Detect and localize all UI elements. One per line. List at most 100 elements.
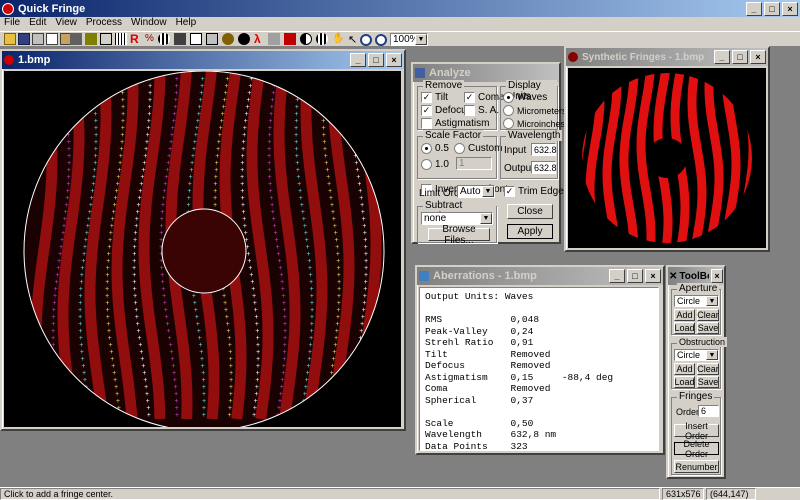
toolbox-close-button[interactable]: × (711, 269, 723, 283)
striped-circle-icon[interactable] (316, 33, 328, 45)
hand-icon[interactable]: ✋ (332, 33, 344, 45)
tilt-checkbox[interactable]: ✓ Tilt (421, 92, 448, 103)
aperture-load-button[interactable]: Load (674, 322, 695, 334)
svg-text:+: + (252, 412, 256, 420)
pointer-icon[interactable]: ↖ (348, 33, 360, 46)
copy-icon[interactable] (46, 33, 58, 45)
order-stepper[interactable]: 6 (698, 405, 719, 417)
apply-button[interactable]: Apply (507, 224, 553, 239)
astigmatism-checkbox[interactable]: Astigmatism (421, 118, 489, 129)
chevron-down-icon[interactable]: ▼ (706, 296, 718, 306)
minimize-button[interactable]: _ (746, 1, 762, 16)
aperture-select[interactable]: Circle ▼ (674, 295, 719, 307)
svg-text:+: + (86, 398, 90, 406)
close-analyze-button[interactable]: Close (507, 204, 553, 219)
obstruction-clear-button[interactable]: Clear (697, 363, 719, 375)
synthetic-maximize-button[interactable]: □ (732, 50, 748, 64)
fringe-icon-1[interactable] (158, 33, 170, 45)
synthetic-close-button[interactable]: × (750, 50, 766, 64)
print-icon[interactable] (32, 33, 44, 45)
lambda-icon[interactable]: λ (254, 33, 266, 45)
aperture-clear-button[interactable]: Clear (697, 309, 719, 321)
scale-05-radio[interactable]: 0.5 (421, 143, 449, 154)
menu-file[interactable]: File (4, 17, 20, 31)
half-circle-icon[interactable] (300, 33, 312, 45)
fringe-icon-4[interactable] (206, 33, 218, 45)
aberrations-close-button[interactable]: × (645, 269, 661, 283)
chevron-down-icon[interactable]: ▼ (415, 34, 427, 45)
microinches-radio[interactable]: Microinches (503, 118, 565, 129)
obstruction-load-button[interactable]: Load (674, 376, 695, 388)
chevron-down-icon[interactable]: ▼ (482, 186, 494, 197)
erase-icon[interactable] (268, 33, 280, 45)
svg-text:+: + (62, 90, 66, 98)
wave-icon[interactable] (100, 33, 112, 45)
waves-radio[interactable]: Waves (503, 92, 547, 103)
obstruction-add-button[interactable]: Add (674, 363, 695, 375)
aberration-line: Spherical 0,37 (425, 394, 534, 406)
custom-scale-input[interactable]: 1 (456, 157, 492, 170)
browse-files-button[interactable]: Browse Files... (428, 224, 490, 246)
r-tool-icon[interactable]: R (130, 33, 142, 45)
synthetic-window: Synthetic Fringes - 1.bmp _ □ × (564, 46, 770, 252)
delete-order-button[interactable]: Delete Order (674, 439, 719, 459)
svg-text:+: + (328, 384, 332, 392)
fringe-icon-2[interactable] (174, 33, 186, 45)
scale-custom-radio[interactable]: Custom (454, 143, 502, 154)
aberrations-text[interactable]: Output Units: Waves RMS 0,048 Peak-Valley… (419, 287, 659, 452)
scale-10-radio[interactable]: 1.0 (421, 159, 449, 170)
grid-icon[interactable] (115, 33, 127, 45)
toolbox-window: ✕ ToolBox × Aperture Circle ▼ Add Clear … (666, 265, 728, 479)
interferogram-image[interactable]: ++++++++++++++++++++++++++++++++++++++++… (4, 71, 401, 427)
image-minimize-button[interactable]: _ (350, 53, 366, 67)
svg-text:+: + (350, 405, 354, 413)
menu-process[interactable]: Process (86, 17, 122, 31)
insert-order-label: Insert Order (684, 420, 708, 441)
menu-help[interactable]: Help (176, 17, 197, 31)
obstruction-select[interactable]: Circle ▼ (674, 349, 719, 361)
insert-order-button[interactable]: Insert Order (674, 421, 719, 441)
synthetic-fringes-image (582, 73, 752, 243)
obstruction-save-button[interactable]: Save (697, 376, 719, 388)
maximize-button[interactable]: □ (764, 1, 780, 16)
menu-window[interactable]: Window (131, 17, 167, 31)
open-icon[interactable] (4, 33, 16, 45)
close-button[interactable]: × (782, 1, 798, 16)
menu-edit[interactable]: Edit (29, 17, 46, 31)
output-wavelength-field[interactable]: 632.8 (531, 161, 557, 174)
app-title: Quick Fringe (18, 2, 86, 15)
limit-order-select[interactable]: Auto ▼ (457, 185, 495, 198)
synthetic-minimize-button[interactable]: _ (714, 50, 730, 64)
percent-icon[interactable]: % (145, 33, 157, 45)
aperture-add-button[interactable]: Add (674, 309, 695, 321)
aberrations-minimize-button[interactable]: _ (609, 269, 625, 283)
aberrations-titlebar: Aberrations - 1.bmp _ □ × (417, 267, 663, 285)
fringe-icon-6[interactable] (238, 33, 250, 45)
image-icon[interactable] (85, 33, 97, 45)
coma-checkbox[interactable]: ✓ Coma (464, 92, 505, 103)
micrometers-radio[interactable]: Micrometers (503, 105, 567, 116)
fringe-icon-5[interactable] (222, 33, 234, 45)
zoom-out-icon[interactable] (375, 33, 387, 46)
fringe-icon-3[interactable] (190, 33, 202, 45)
renumber-button[interactable]: Renumber (674, 460, 719, 473)
chevron-down-icon[interactable]: ▼ (706, 350, 718, 360)
menu-view[interactable]: View (55, 17, 77, 31)
sa-label: S. A. (478, 105, 500, 116)
sa-checkbox[interactable]: S. A. (464, 105, 499, 116)
save-icon[interactable] (18, 33, 30, 45)
image-close-button[interactable]: × (386, 53, 402, 67)
svg-text:+: + (202, 412, 206, 420)
interferogram-canvas[interactable]: + + + + + + + + + + + + + + + + + + + + + + + + + + + + + + + + + + + + + + + +… (4, 71, 401, 427)
svg-text:+: + (322, 83, 326, 91)
zoom-select[interactable]: 100% ▼ (390, 33, 428, 46)
tools-icon[interactable] (70, 33, 82, 45)
input-wavelength-field[interactable]: 632.8 (531, 143, 557, 156)
aperture-save-button[interactable]: Save (697, 322, 719, 334)
zoom-in-icon[interactable] (360, 33, 372, 46)
aberrations-maximize-button[interactable]: □ (627, 269, 643, 283)
image-maximize-button[interactable]: □ (368, 53, 384, 67)
trim-edges-checkbox[interactable]: ✓ Trim Edges (504, 186, 569, 197)
red-fringe-icon[interactable] (284, 33, 296, 45)
chevron-down-icon[interactable]: ▼ (480, 213, 492, 224)
